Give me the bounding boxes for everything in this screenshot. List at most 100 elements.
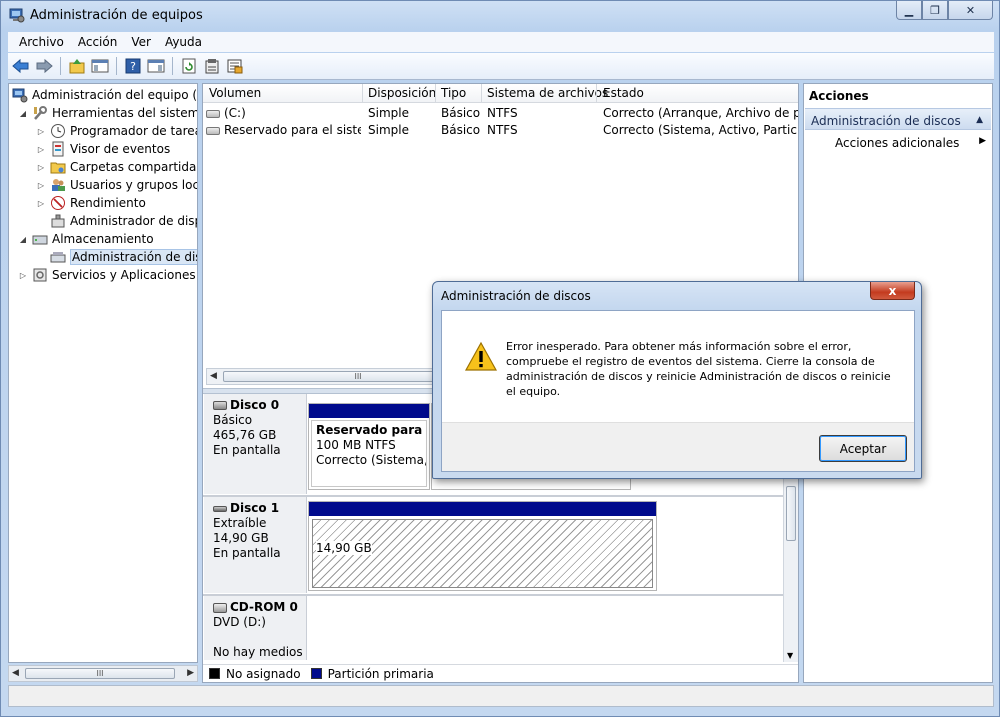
disk-type: DVD (D:) — [213, 615, 266, 629]
actions-section-disk-management[interactable]: Administración de discos ▲ — [805, 108, 991, 130]
column-divider[interactable] — [362, 84, 363, 103]
tree-item-shared-folders[interactable]: ▷ Carpetas compartidas — [36, 158, 197, 176]
expand-icon[interactable]: ▷ — [36, 127, 46, 136]
layout-cell: Simple — [368, 106, 409, 120]
tree-item-performance[interactable]: ▷ Rendimiento — [36, 194, 146, 212]
menu-archivo[interactable]: Archivo — [12, 35, 71, 49]
column-header-sistema[interactable]: Sistema de archivos — [487, 86, 608, 100]
up-level-button[interactable] — [68, 57, 86, 75]
tree-item-task-scheduler[interactable]: ▷ Programador de tareas — [36, 122, 197, 140]
disk-0-label[interactable]: Disco 0 Básico 465,76 GB En pantalla — [204, 394, 307, 494]
users-icon — [50, 177, 66, 193]
close-button[interactable]: ✕ — [948, 1, 993, 20]
forward-button[interactable] — [35, 57, 53, 75]
scroll-left-icon[interactable]: ◀ — [12, 668, 19, 678]
disk-status: En pantalla — [213, 443, 281, 457]
more-actions-label: Acciones adicionales — [835, 136, 960, 150]
dialog-close-button[interactable]: x — [870, 282, 915, 300]
tree-item-label: Administrador de dispo — [70, 214, 198, 228]
scroll-thumb[interactable]: III — [25, 668, 175, 679]
volume-list-header: Volumen Disposición Tipo Sistema de arch… — [203, 84, 798, 103]
disk-status: En pantalla — [213, 546, 281, 560]
tree-item-device-manager[interactable]: Administrador de dispo — [50, 212, 198, 230]
column-header-estado[interactable]: Estado — [603, 86, 644, 100]
column-header-tipo[interactable]: Tipo — [441, 86, 466, 100]
disk-type: Básico — [213, 413, 253, 427]
toolbar-separator — [60, 57, 61, 75]
scroll-thumb[interactable] — [786, 486, 796, 541]
table-row[interactable]: (C:) Simple Básico NTFS Correcto (Arranq… — [203, 105, 798, 122]
table-row[interactable]: Reservado para el sistema Simple Básico … — [203, 122, 798, 139]
tree-item-event-viewer[interactable]: ▷ Visor de eventos — [36, 140, 170, 158]
menu-accion[interactable]: Acción — [71, 35, 124, 49]
submenu-arrow-icon: ▶ — [979, 136, 986, 146]
column-divider[interactable] — [481, 84, 482, 103]
collapse-up-icon[interactable]: ▲ — [976, 115, 983, 125]
refresh-icon — [182, 58, 196, 74]
minimize-button[interactable]: ▁ — [896, 1, 922, 20]
accept-button[interactable]: Aceptar — [819, 435, 907, 462]
export-list-button[interactable] — [226, 57, 244, 75]
disk-name-text: Disco 0 — [230, 398, 280, 412]
column-header-volumen[interactable]: Volumen — [209, 86, 261, 100]
partition-system-reserved[interactable]: Reservado para el s 100 MB NTFS Correcto… — [308, 403, 430, 490]
show-hide-console-tree-icon — [91, 59, 109, 73]
column-header-disposicion[interactable]: Disposición — [368, 86, 436, 100]
column-divider[interactable] — [596, 84, 597, 103]
volume-icon — [206, 109, 220, 118]
disk-type: Extraíble — [213, 516, 267, 530]
collapse-icon[interactable]: ◢ — [18, 235, 28, 244]
show-hide-action-pane-button[interactable] — [147, 57, 165, 75]
tree-item-storage[interactable]: ◢ Almacenamiento — [18, 230, 154, 248]
help-button[interactable]: ? — [124, 57, 142, 75]
scroll-left-icon[interactable]: ◀ — [210, 371, 217, 381]
tree-item-local-users[interactable]: ▷ Usuarios y grupos locale — [36, 176, 198, 194]
computer-management-icon — [12, 87, 28, 103]
tree-item-label: Administración del equipo (loc — [32, 88, 198, 102]
menu-ver[interactable]: Ver — [124, 35, 158, 49]
expand-icon[interactable]: ▷ — [18, 271, 28, 280]
back-button[interactable] — [12, 57, 30, 75]
tree-item-disk-management[interactable]: Administración de disco — [50, 248, 197, 266]
close-icon: x — [888, 283, 897, 298]
error-dialog: Administración de discos x Error inesper… — [432, 281, 922, 479]
storage-icon — [32, 231, 48, 247]
tree-item-label: Usuarios y grupos locale — [70, 178, 198, 192]
partition-status: Correcto (Sistema, A — [316, 453, 427, 467]
actions-section-label: Administración de discos — [811, 114, 961, 128]
toolbar: ? — [8, 53, 994, 80]
tree-item-label: Almacenamiento — [52, 232, 154, 246]
refresh-button[interactable] — [180, 57, 198, 75]
title-bar[interactable]: Administración de equipos ▁ ❐ ✕ — [1, 1, 999, 31]
show-hide-tree-button[interactable] — [91, 57, 109, 75]
menu-ayuda[interactable]: Ayuda — [158, 35, 209, 49]
tree-item-services-applications[interactable]: ▷ Servicios y Aplicaciones — [18, 266, 196, 284]
disk-1-label[interactable]: Disco 1 Extraíble 14,90 GB En pantalla — [204, 497, 307, 593]
column-divider[interactable] — [435, 84, 436, 103]
properties-button[interactable] — [203, 57, 221, 75]
disk-status: No hay medios — [213, 645, 303, 659]
expand-icon[interactable]: ▷ — [36, 163, 46, 172]
disk-vertical-scrollbar[interactable]: ▼ — [783, 476, 798, 662]
disk-name-text: Disco 1 — [230, 501, 280, 515]
tree-item-computer-management[interactable]: Administración del equipo (loc — [12, 86, 198, 104]
partition-details: Reservado para el s 100 MB NTFS Correcto… — [311, 420, 427, 487]
actions-title: Acciones — [809, 89, 869, 103]
tree-item-system-tools[interactable]: ◢ Herramientas del sistema — [18, 104, 197, 122]
expand-icon[interactable]: ▷ — [36, 181, 46, 190]
tree-item-label: Servicios y Aplicaciones — [52, 268, 196, 282]
cdrom-0-label[interactable]: CD-ROM 0 DVD (D:) No hay medios — [204, 596, 307, 660]
maximize-button[interactable]: ❐ — [922, 1, 948, 20]
expand-icon[interactable]: ▷ — [36, 199, 46, 208]
collapse-icon[interactable]: ◢ — [18, 109, 28, 118]
device-manager-icon — [50, 213, 66, 229]
disk-name: Disco 0 — [213, 398, 306, 413]
partition-disk1[interactable]: 14,90 GB — [308, 501, 657, 591]
expand-icon[interactable]: ▷ — [36, 145, 46, 154]
partition-unallocated-hatch: 14,90 GB — [312, 519, 653, 588]
scroll-down-icon[interactable]: ▼ — [787, 651, 793, 660]
disk-size: 465,76 GB — [213, 428, 277, 442]
tree-horizontal-scrollbar[interactable]: ◀ III ▶ — [8, 665, 198, 682]
more-actions-item[interactable]: Acciones adicionales ▶ — [835, 136, 986, 150]
scroll-right-icon[interactable]: ▶ — [187, 668, 194, 678]
